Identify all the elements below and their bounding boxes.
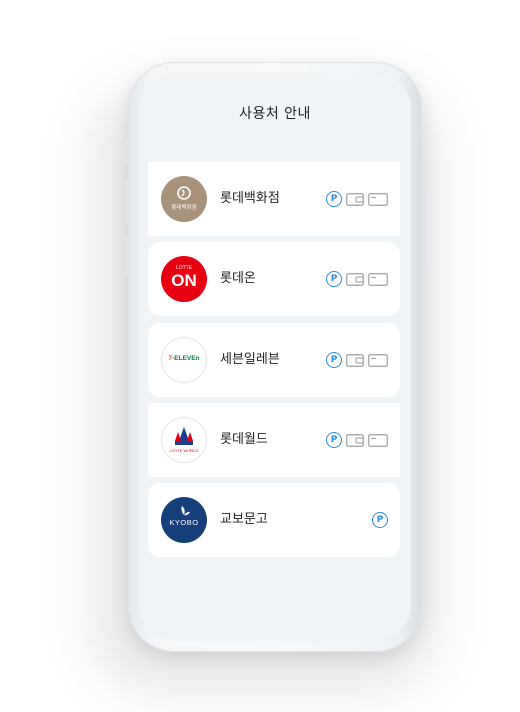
- logo-wordmark: ELEVEn: [174, 355, 200, 362]
- mute-switch: [125, 140, 129, 166]
- dept-emblem-icon: [177, 186, 191, 200]
- card-icon: [368, 433, 388, 447]
- payment-icons: P: [326, 431, 388, 449]
- payment-icons: P: [326, 270, 388, 288]
- payment-icons: P: [326, 190, 388, 208]
- store-card-kyobo[interactable]: KYOBO 교보문고 P: [148, 483, 400, 557]
- point-icon: P: [372, 512, 388, 528]
- power-button: [421, 190, 425, 268]
- store-name: 롯데백화점: [220, 191, 280, 206]
- castle-icon: [175, 427, 193, 445]
- kyobo-logo: KYOBO: [161, 497, 207, 543]
- lotte-department-store-logo: 롯데백화점: [161, 176, 207, 222]
- wallet-icon: [346, 192, 364, 206]
- logo-wordmark: KYOBO: [169, 518, 199, 527]
- logo-wordmark: 롯데백화점: [171, 205, 197, 211]
- payment-icons: P: [326, 351, 388, 369]
- page-title: 사용처 안내: [239, 106, 311, 122]
- seven-eleven-logo: 7-ELEVEn: [161, 337, 207, 383]
- store-card-lotte-world[interactable]: LOTTE WORLD 롯데월드 P: [148, 403, 400, 477]
- volume-down-button: [125, 234, 129, 278]
- card-icon: [368, 353, 388, 367]
- card-icon: [368, 192, 388, 206]
- lotte-on-logo: LOTTE ON: [161, 256, 207, 302]
- phone-screen: 사용처 안내 롯데백화점 롯데백화점 P LOTTE ON 롯데온 P 7-EL…: [139, 73, 411, 641]
- logo-wordmark-row: 7-ELEVEn: [162, 355, 206, 362]
- point-icon: P: [326, 271, 342, 287]
- store-name: 롯데온: [220, 271, 256, 286]
- store-card-lotte-on[interactable]: LOTTE ON 롯데온 P: [148, 242, 400, 316]
- lotte-world-logo: LOTTE WORLD: [161, 417, 207, 463]
- logo-wordmark: ON: [171, 271, 197, 290]
- store-card-seven-eleven[interactable]: 7-ELEVEn 세븐일레븐 P: [148, 323, 400, 397]
- volume-up-button: [125, 180, 129, 224]
- card-icon: [368, 272, 388, 286]
- stage: 사용처 안내 롯데백화점 롯데백화점 P LOTTE ON 롯데온 P 7-EL…: [0, 0, 520, 712]
- payment-icons: P: [372, 511, 388, 529]
- phone-frame: 사용처 안내 롯데백화점 롯데백화점 P LOTTE ON 롯데온 P 7-EL…: [125, 62, 425, 652]
- wallet-icon: [346, 272, 364, 286]
- point-icon: P: [326, 352, 342, 368]
- point-icon: P: [326, 191, 342, 207]
- store-name: 롯데월드: [220, 432, 268, 447]
- wallet-icon: [346, 353, 364, 367]
- point-icon: P: [326, 432, 342, 448]
- wallet-icon: [346, 433, 364, 447]
- store-name: 세븐일레븐: [220, 352, 280, 367]
- store-name: 교보문고: [220, 512, 268, 527]
- logo-wordmark: LOTTE WORLD: [169, 448, 199, 453]
- store-card-lotte-department-store[interactable]: 롯데백화점 롯데백화점 P: [148, 162, 400, 236]
